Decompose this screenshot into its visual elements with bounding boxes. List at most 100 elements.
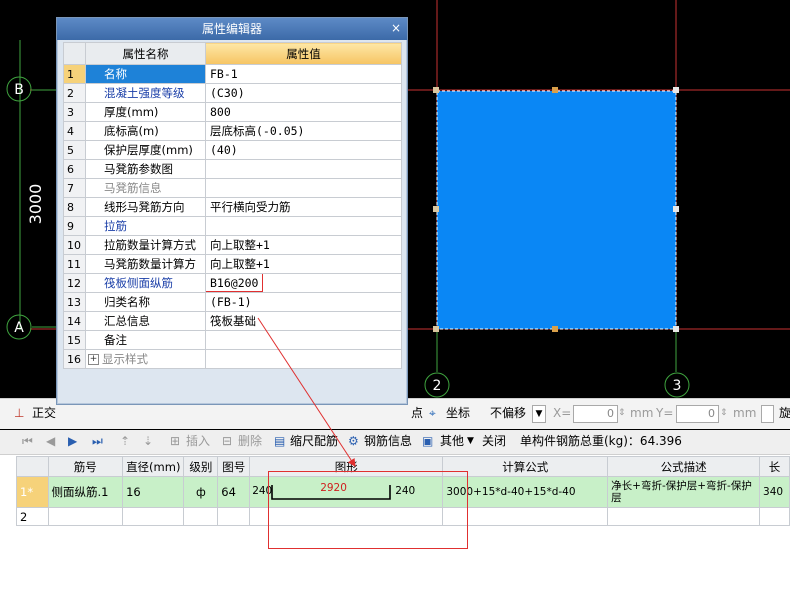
ortho-toggle[interactable]: 正交 (32, 403, 56, 423)
fig-no-cell[interactable]: 64 (217, 476, 251, 508)
x-input[interactable]: 0 (573, 405, 618, 423)
offset-select[interactable]: 不偏移 (490, 403, 526, 423)
property-row[interactable]: 14 汇总信息 筏板基础 (63, 311, 402, 331)
move-down-icon[interactable]: ⇣ (143, 431, 153, 451)
property-row[interactable]: 15 备注 (63, 330, 402, 350)
x-spinner-icon[interactable]: ⇕ (618, 403, 626, 423)
fig-no-cell[interactable] (217, 507, 251, 526)
row-index[interactable]: 1* (16, 476, 49, 508)
property-value[interactable] (205, 159, 402, 179)
property-value[interactable]: (40) (205, 140, 402, 160)
property-value[interactable]: 向上取整+1 (205, 254, 402, 274)
description-cell[interactable]: 净长+弯折-保护层+弯折-保护层 (607, 476, 761, 508)
property-row[interactable]: 6 马凳筋参数图 (63, 159, 402, 179)
coordinate-icon: ⌖ (429, 406, 436, 420)
col-header[interactable]: 公式描述 (607, 456, 761, 477)
col-header[interactable]: 直径(mm) (122, 456, 185, 477)
col-header-name: 属性名称 (85, 42, 206, 65)
other-chevron-icon[interactable]: ▼ (467, 431, 474, 451)
property-row[interactable]: 11 马凳筋数量计算方 向上取整+1 (63, 254, 402, 274)
last-record-icon[interactable]: ⏭ (92, 431, 103, 451)
property-value[interactable] (205, 216, 402, 236)
property-row[interactable]: 13 归类名称 (FB-1) (63, 292, 402, 312)
description-cell[interactable] (607, 507, 761, 526)
col-header[interactable]: 长 (759, 456, 790, 477)
axis-label-a: A (14, 320, 24, 336)
property-value[interactable] (205, 330, 402, 350)
grip-handle[interactable] (433, 87, 439, 93)
grip-handle[interactable] (552, 87, 558, 93)
property-value[interactable]: 筏板基础 (205, 311, 402, 331)
property-value[interactable]: (C30) (205, 83, 402, 103)
property-row[interactable]: 9 拉筋 (63, 216, 402, 236)
property-row[interactable]: 4 底标高(m) 层底标高(-0.05) (63, 121, 402, 141)
rotate-checkbox[interactable] (761, 405, 774, 423)
move-up-icon[interactable]: ⇡ (120, 431, 130, 451)
rebar-info-button[interactable]: 钢筋信息 (364, 431, 412, 451)
property-row[interactable]: 10 拉筋数量计算方式 向上取整+1 (63, 235, 402, 255)
insert-button[interactable]: 插入 (186, 431, 210, 451)
property-value[interactable]: B16@200 (205, 273, 402, 293)
other-menu[interactable]: 其他 (440, 431, 464, 451)
property-value[interactable]: 平行横向受力筋 (205, 197, 402, 217)
axis-label-b: B (14, 82, 24, 98)
rebar-name-cell[interactable] (47, 507, 124, 526)
expand-plus-icon[interactable]: + (88, 354, 99, 365)
length-cell[interactable] (759, 507, 790, 526)
prev-record-icon[interactable]: ◀ (46, 431, 55, 451)
property-value[interactable]: 800 (205, 102, 402, 122)
scale-rebar-button[interactable]: 缩尺配筋 (290, 431, 338, 451)
property-value[interactable]: 层底标高(-0.05) (205, 121, 402, 141)
property-row[interactable]: 16 + 显示样式 (63, 349, 402, 369)
property-value[interactable]: (FB-1) (205, 292, 402, 312)
property-name: 名称 (85, 64, 206, 84)
dialog-title[interactable]: 属性编辑器 (57, 18, 407, 40)
raft-slab[interactable] (436, 90, 677, 330)
property-row[interactable]: 3 厚度(mm) 800 (63, 102, 402, 122)
grade-cell[interactable]: ф (183, 476, 219, 508)
grip-handle[interactable] (673, 206, 679, 212)
grade-cell[interactable] (183, 507, 219, 526)
row-index: 8 (63, 197, 86, 217)
row-index: 13 (63, 292, 86, 312)
property-row[interactable]: 5 保护层厚度(mm) (40) (63, 140, 402, 160)
next-record-icon[interactable]: ▶ (68, 431, 77, 451)
length-cell[interactable]: 340 (759, 476, 790, 508)
rebar-name-cell[interactable]: 侧面纵筋.1 (47, 476, 124, 508)
y-input[interactable]: 0 (676, 405, 719, 423)
grip-handle[interactable] (552, 326, 558, 332)
close-icon[interactable]: × (389, 21, 403, 35)
row-index[interactable]: 2 (16, 507, 49, 526)
property-name: 马凳筋数量计算方 (85, 254, 206, 274)
grip-handle[interactable] (433, 206, 439, 212)
property-row[interactable]: 8 线形马凳筋方向 平行横向受力筋 (63, 197, 402, 217)
col-header[interactable]: 级别 (183, 456, 219, 477)
col-header[interactable]: 筋号 (47, 456, 124, 477)
property-value[interactable]: 向上取整+1 (205, 235, 402, 255)
rebar-info-icon: ⚙ (348, 434, 359, 448)
grip-handle[interactable] (433, 326, 439, 332)
property-name: 筏板侧面纵筋 (85, 273, 206, 293)
property-row[interactable]: 7 马凳筋信息 (63, 178, 402, 198)
delete-button[interactable]: 删除 (238, 431, 262, 451)
property-value[interactable] (205, 178, 402, 198)
property-value[interactable] (205, 349, 402, 369)
y-spinner-icon[interactable]: ⇕ (720, 403, 728, 423)
property-row[interactable]: 2 混凝土强度等级 (C30) (63, 83, 402, 103)
property-row[interactable]: 1 名称 FB-1 (63, 64, 402, 84)
diameter-cell[interactable] (122, 507, 185, 526)
property-value[interactable]: FB-1 (205, 64, 402, 84)
row-index: 6 (63, 159, 86, 179)
coordinate-toggle[interactable]: 坐标 (446, 403, 470, 423)
close-panel-button[interactable]: 关闭 (482, 431, 506, 451)
rebar-panel: 筋号 直径(mm) 级别 图号 图形 计算公式 公式描述 长 1* 侧面纵筋.1… (0, 455, 790, 603)
grip-handle[interactable] (673, 326, 679, 332)
row-index: 9 (63, 216, 86, 236)
snap-point-toggle[interactable]: 点 (411, 403, 423, 423)
col-header[interactable]: 图号 (217, 456, 251, 477)
diameter-cell[interactable]: 16 (122, 476, 185, 508)
offset-dropdown-chevron-icon[interactable]: ▼ (532, 405, 546, 423)
property-row[interactable]: 12 筏板侧面纵筋 B16@200 (63, 273, 402, 293)
first-record-icon[interactable]: ⏮ (22, 431, 33, 451)
grip-handle[interactable] (673, 87, 679, 93)
